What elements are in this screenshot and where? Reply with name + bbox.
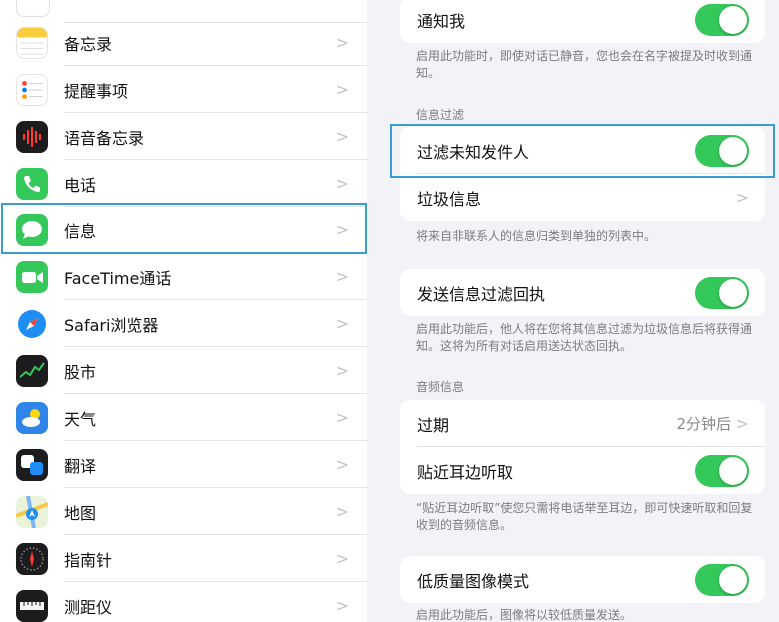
filter-unknown-label: 过滤未知发件人: [417, 142, 530, 162]
notify-me-footnote: 启用此功能时，即使对话已静音，您也会在名字被提及时收到通知。: [416, 49, 753, 80]
settings-row-label: 测距仪: [64, 597, 113, 617]
filter-unknown-row: 过滤未知发件人: [400, 127, 765, 174]
settings-row-label: 翻译: [64, 456, 97, 476]
chevron-right-icon: >: [335, 596, 349, 615]
raise-to-listen-row: 贴近耳边听取: [400, 447, 765, 494]
settings-row-notes[interactable]: 备忘录 >: [0, 19, 367, 66]
chevron-right-icon: >: [735, 188, 749, 207]
settings-row-label: FaceTime通话: [64, 268, 172, 288]
notify-me-toggle[interactable]: [695, 3, 749, 36]
toggle-knob: [719, 5, 747, 34]
settings-row-label: 地图: [64, 503, 97, 523]
settings-row-label: 指南针: [64, 550, 113, 570]
junk-row[interactable]: 垃圾信息 >: [400, 174, 765, 221]
chevron-right-icon: >: [335, 267, 349, 286]
audio-messages-header: 音频信息: [416, 380, 465, 394]
facetime-icon: [16, 260, 48, 293]
filtering-group: 过滤未知发件人 垃圾信息 >: [400, 127, 765, 221]
expire-label: 过期: [417, 415, 450, 435]
settings-app-list: 备忘录 > 提醒事项 > 语音备忘录 > 电话 > 信息 > FaceTime通…: [0, 0, 367, 622]
settings-row-weather[interactable]: 天气 >: [0, 394, 367, 441]
send-filter-receipts-label: 发送信息过滤回执: [417, 284, 546, 304]
notes-icon: [16, 26, 48, 59]
receipts-group: 发送信息过滤回执: [400, 269, 765, 316]
messages-icon: [16, 213, 48, 246]
settings-row-maps[interactable]: 地图 >: [0, 488, 367, 535]
reminders-icon: [16, 73, 48, 106]
chevron-right-icon: >: [735, 414, 749, 433]
settings-row-compass[interactable]: 指南针 >: [0, 535, 367, 582]
settings-row-label: 天气: [64, 409, 97, 429]
expire-row[interactable]: 过期 2分钟后 >: [400, 400, 765, 447]
notify-group: 通知我: [400, 0, 765, 43]
toggle-knob: [719, 456, 747, 485]
settings-row-stocks[interactable]: 股市 >: [0, 347, 367, 394]
settings-row-label: 提醒事项: [64, 81, 129, 101]
settings-row-label: 信息: [64, 221, 97, 241]
notify-me-row: 通知我: [400, 0, 765, 43]
settings-row-reminders[interactable]: 提醒事项 >: [0, 66, 367, 113]
low-quality-toggle[interactable]: [695, 563, 749, 596]
send-filter-footnote: 启用此功能后，他人将在您将其信息过滤为垃圾信息后将获得通知。这将为所有对话启用送…: [416, 322, 753, 353]
chevron-right-icon: >: [335, 174, 349, 193]
toggle-knob: [719, 278, 747, 307]
send-filter-receipts-row: 发送信息过滤回执: [400, 269, 765, 316]
settings-row-facetime[interactable]: FaceTime通话 >: [0, 253, 367, 300]
low-quality-group: 低质量图像模式: [400, 556, 765, 603]
chevron-right-icon: >: [335, 220, 349, 239]
low-quality-row: 低质量图像模式: [400, 556, 765, 603]
phone-icon: [16, 167, 48, 200]
toggle-knob: [719, 565, 747, 594]
safari-icon: [16, 307, 48, 340]
raise-footnote: “贴近耳边听取”使您只需将电话举至耳边，即可快速听取和回复收到的音频信息。: [416, 501, 753, 532]
settings-row-label: 备忘录: [64, 34, 113, 54]
send-filter-receipts-toggle[interactable]: [695, 276, 749, 309]
chevron-right-icon: >: [335, 127, 349, 146]
toggle-knob: [719, 136, 747, 165]
settings-row-label: 股市: [64, 362, 97, 382]
stocks-icon: [16, 354, 48, 387]
voice-memos-icon: [16, 120, 48, 153]
low-quality-label: 低质量图像模式: [417, 571, 530, 591]
raise-to-listen-toggle[interactable]: [695, 454, 749, 487]
calendar-icon: [16, 0, 50, 17]
settings-row-translate[interactable]: 翻译 >: [0, 441, 367, 488]
settings-row-messages[interactable]: 信息 >: [0, 206, 367, 253]
chevron-right-icon: >: [335, 33, 349, 52]
maps-icon: [16, 495, 48, 528]
settings-row-label: 语音备忘录: [64, 128, 145, 148]
weather-icon: [16, 401, 48, 434]
low-quality-footnote: 启用此功能后，图像将以较低质量发送。: [416, 608, 633, 622]
compass-icon: [16, 542, 48, 575]
expire-value: 2分钟后: [676, 415, 731, 433]
measure-icon: [16, 589, 48, 622]
chevron-right-icon: >: [335, 361, 349, 380]
notify-me-label: 通知我: [417, 11, 466, 31]
settings-row-voice-memos[interactable]: 语音备忘录 >: [0, 113, 367, 160]
messages-settings-panel: 通知我 启用此功能时，即使对话已静音，您也会在名字被提及时收到通知。 信息过滤 …: [367, 0, 779, 622]
chevron-right-icon: >: [335, 80, 349, 99]
settings-row-label: 电话: [64, 175, 97, 195]
raise-to-listen-label: 贴近耳边听取: [417, 462, 514, 482]
chevron-right-icon: >: [335, 502, 349, 521]
chevron-right-icon: >: [335, 455, 349, 474]
settings-row-measure[interactable]: 测距仪 >: [0, 582, 367, 622]
audio-group: 过期 2分钟后 > 贴近耳边听取: [400, 400, 765, 494]
chevron-right-icon: >: [335, 549, 349, 568]
settings-row-phone[interactable]: 电话 >: [0, 160, 367, 207]
junk-footnote: 将来自非联系人的信息归类到单独的列表中。: [416, 229, 657, 243]
settings-row-label: Safari浏览器: [64, 315, 159, 335]
settings-row-safari[interactable]: Safari浏览器 >: [0, 300, 367, 347]
junk-label: 垃圾信息: [417, 189, 482, 209]
chevron-right-icon: >: [335, 408, 349, 427]
filter-unknown-toggle[interactable]: [695, 134, 749, 167]
message-filtering-header: 信息过滤: [416, 108, 465, 122]
chevron-right-icon: >: [335, 314, 349, 333]
translate-icon: [16, 448, 48, 481]
